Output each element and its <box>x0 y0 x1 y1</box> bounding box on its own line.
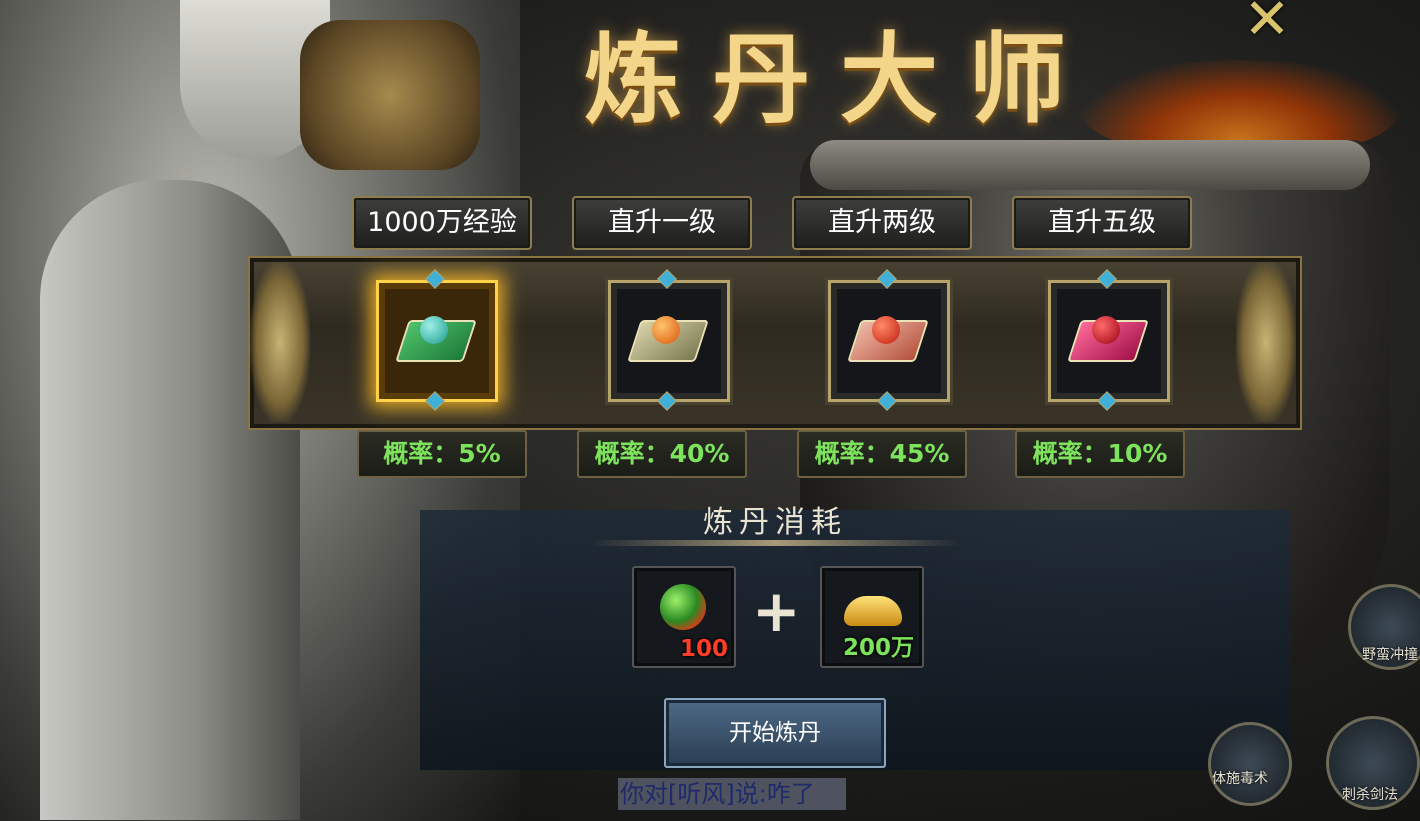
start-alchemy-button[interactable]: 开始炼丹 <box>664 698 886 768</box>
tab-level-up-5[interactable]: 直升五级 <box>1012 196 1192 250</box>
right-ornament <box>1236 262 1296 422</box>
rate-label-4: 概率：10% <box>1015 430 1185 478</box>
tab-exp[interactable]: 1000万经验 <box>352 196 532 250</box>
skill-label-assassinate: 刺杀剑法 <box>1342 787 1398 803</box>
reward-slot-2[interactable] <box>598 269 738 411</box>
reward-slot-1[interactable] <box>366 269 506 411</box>
cost-qty-gold: 200万 <box>842 635 914 661</box>
tab-level-up-1[interactable]: 直升一级 <box>572 196 752 250</box>
green-orb-icon <box>420 316 448 344</box>
red-orb-icon <box>872 316 900 344</box>
left-ornament <box>250 262 310 422</box>
close-icon[interactable]: ✕ <box>1232 0 1302 48</box>
chat-line: 你对[听风]说:咋了 <box>618 778 846 810</box>
skill-label-poison: 体施毒术 <box>1212 771 1268 787</box>
cost-title: 炼丹消耗 <box>703 505 847 540</box>
plus-icon: + <box>752 577 801 645</box>
page-title: 炼丹大师 <box>583 22 1096 137</box>
tab-level-up-2[interactable]: 直升两级 <box>792 196 972 250</box>
rate-label-2: 概率：40% <box>577 430 747 478</box>
rate-label-3: 概率：45% <box>797 430 967 478</box>
gold-ingot-icon <box>844 596 902 626</box>
skill-label-charge: 野蛮冲撞 <box>1362 647 1418 663</box>
alchemist-shoulder-armor <box>300 20 480 170</box>
elixir-gem-icon <box>660 584 706 630</box>
crimson-orb-icon <box>1092 316 1120 344</box>
cauldron-rim <box>810 140 1370 190</box>
reward-slot-4[interactable] <box>1038 269 1178 411</box>
cost-qty-elixir: 100 <box>679 636 728 662</box>
rate-label-1: 概率：5% <box>357 430 527 478</box>
skill-button-poison[interactable] <box>1208 722 1292 806</box>
reward-slot-3[interactable] <box>818 269 958 411</box>
orange-orb-icon <box>652 316 680 344</box>
cost-item-elixir[interactable]: 100 <box>632 566 736 668</box>
cost-item-gold[interactable]: 200万 <box>820 566 924 668</box>
